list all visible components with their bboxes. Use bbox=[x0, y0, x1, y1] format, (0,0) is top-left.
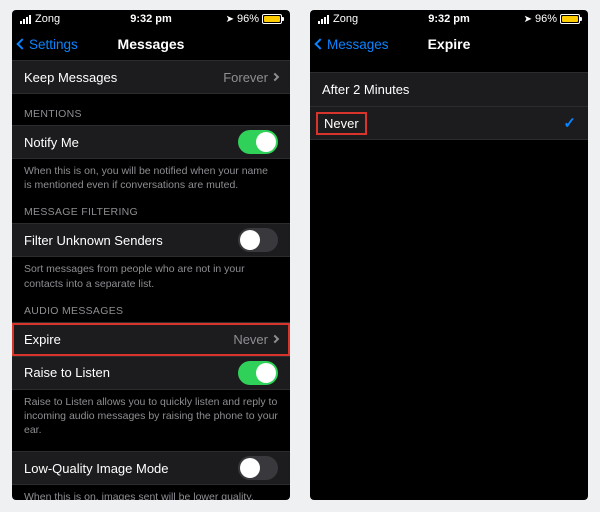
notify-me-footer: When this is on, you will be notified wh… bbox=[12, 159, 290, 192]
notify-me-label: Notify Me bbox=[24, 135, 79, 150]
keep-messages-label: Keep Messages bbox=[24, 70, 117, 85]
back-label: Settings bbox=[29, 37, 78, 52]
raise-to-listen-row[interactable]: Raise to Listen bbox=[12, 356, 290, 390]
low-quality-toggle[interactable] bbox=[238, 456, 278, 480]
status-bar: Zong 9:32 pm ➤ 96% bbox=[12, 10, 290, 28]
back-button[interactable]: Settings bbox=[18, 37, 78, 52]
status-time: 9:32 pm bbox=[12, 13, 290, 25]
status-time: 9:32 pm bbox=[310, 13, 588, 25]
filter-unknown-row[interactable]: Filter Unknown Senders bbox=[12, 223, 290, 257]
option-after-2-minutes[interactable]: After 2 Minutes bbox=[310, 72, 588, 106]
low-quality-label: Low-Quality Image Mode bbox=[24, 461, 169, 476]
mentions-header: MENTIONS bbox=[12, 94, 290, 125]
status-bar: Zong 9:32 pm ➤ 96% bbox=[310, 10, 588, 28]
raise-label: Raise to Listen bbox=[24, 365, 110, 380]
back-button[interactable]: Messages bbox=[316, 37, 389, 52]
filter-unknown-label: Filter Unknown Senders bbox=[24, 233, 163, 248]
battery-icon bbox=[560, 14, 580, 24]
notify-me-toggle[interactable] bbox=[238, 130, 278, 154]
checkmark-icon: ✓ bbox=[563, 114, 576, 132]
option-label: Never bbox=[316, 112, 367, 135]
keep-messages-value: Forever bbox=[223, 70, 268, 85]
audio-header: AUDIO MESSAGES bbox=[12, 291, 290, 322]
raise-toggle[interactable] bbox=[238, 361, 278, 385]
low-quality-row[interactable]: Low-Quality Image Mode bbox=[12, 451, 290, 485]
filtering-header: MESSAGE FILTERING bbox=[12, 192, 290, 223]
chevron-left-icon bbox=[16, 38, 27, 49]
raise-footer: Raise to Listen allows you to quickly li… bbox=[12, 390, 290, 438]
expire-label: Expire bbox=[24, 332, 61, 347]
chevron-right-icon bbox=[271, 335, 279, 343]
low-quality-footer: When this is on, images sent will be low… bbox=[12, 485, 290, 500]
back-label: Messages bbox=[327, 37, 389, 52]
option-never[interactable]: Never ✓ bbox=[310, 106, 588, 140]
expire-options-screen: Zong 9:32 pm ➤ 96% Messages Expire After… bbox=[310, 10, 588, 500]
filter-unknown-toggle[interactable] bbox=[238, 228, 278, 252]
battery-icon bbox=[262, 14, 282, 24]
expire-row[interactable]: Expire Never bbox=[12, 322, 290, 356]
nav-bar: Messages Expire bbox=[310, 28, 588, 60]
filter-unknown-footer: Sort messages from people who are not in… bbox=[12, 257, 290, 290]
notify-me-row[interactable]: Notify Me bbox=[12, 125, 290, 159]
option-label: After 2 Minutes bbox=[322, 82, 409, 97]
nav-bar: Settings Messages bbox=[12, 28, 290, 60]
messages-settings-screen: Zong 9:32 pm ➤ 96% Settings Messages Kee… bbox=[12, 10, 290, 500]
chevron-left-icon bbox=[314, 38, 325, 49]
expire-value: Never bbox=[233, 332, 268, 347]
chevron-right-icon bbox=[271, 73, 279, 81]
keep-messages-row[interactable]: Keep Messages Forever bbox=[12, 60, 290, 94]
